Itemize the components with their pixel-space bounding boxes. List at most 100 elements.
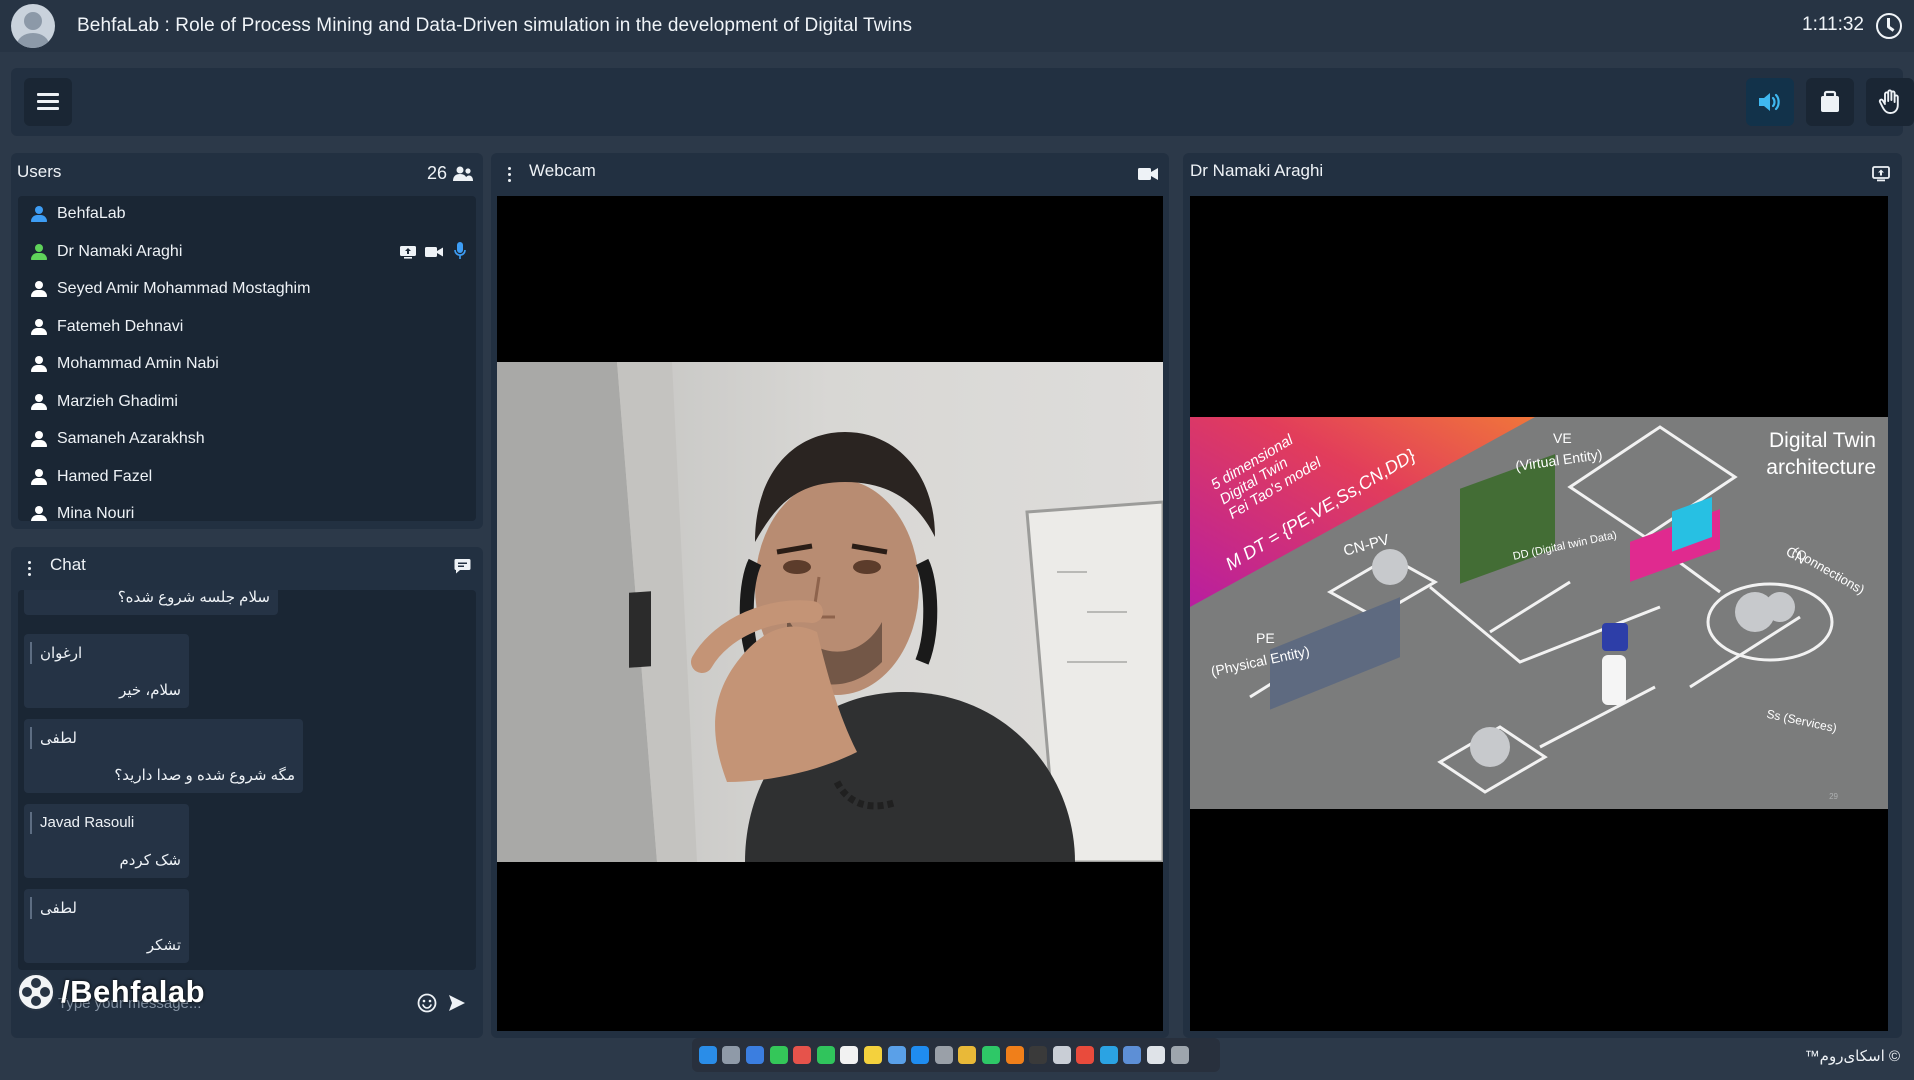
audio-button[interactable]	[1746, 78, 1794, 126]
users-title: Users	[17, 162, 62, 181]
users-count: 26	[426, 163, 447, 183]
user-icon	[30, 393, 48, 411]
macos-dock	[692, 1038, 1220, 1072]
user-name: Marzieh Ghadimi	[57, 392, 178, 410]
message-sender: ارغوان	[40, 645, 83, 662]
skyroom-brand: © اسکای‌روم™	[1804, 1048, 1900, 1065]
behfalab-logo-icon	[17, 973, 55, 1011]
chat-options-icon[interactable]	[28, 561, 32, 577]
message-text: سلام، خیر	[119, 682, 181, 699]
watermark: /Behfalab	[17, 973, 205, 1011]
message-text: شک کردم	[119, 852, 181, 869]
preview-icon[interactable]	[1052, 1046, 1071, 1064]
screen-share-icon[interactable]	[1872, 166, 1890, 182]
speaker-icon	[1759, 93, 1780, 111]
user-row[interactable]: Hamed Fazel	[18, 463, 476, 491]
user-row[interactable]: BehfaLab	[18, 200, 476, 228]
user-name: Hamed Fazel	[57, 467, 153, 485]
menu-button[interactable]	[24, 78, 72, 126]
chat-messages[interactable]: سلام جلسه شروع شده؟ ارغوان سلام، خیر لطف…	[18, 590, 476, 970]
webcam-feed	[497, 362, 1163, 862]
hamburger-menu-icon	[37, 93, 59, 111]
clock-icon	[1876, 13, 1902, 39]
user-row[interactable]: Fatemeh Dehnavi	[18, 313, 476, 341]
users-panel: Users 26 BehfaLab Dr Namaki Araghi Seyed…	[11, 153, 483, 529]
user-row[interactable]: Seyed Amir Mohammad Mostaghim	[18, 275, 476, 303]
user-icon	[30, 205, 48, 223]
figma-icon[interactable]	[1076, 1046, 1095, 1064]
safari-icon[interactable]	[745, 1046, 764, 1064]
webcam-options-icon[interactable]	[508, 167, 512, 183]
user-name: BehfaLab	[57, 205, 126, 222]
session-timer: 1:11:32	[1802, 14, 1864, 35]
maps-icon[interactable]	[887, 1046, 906, 1064]
clipboard-icon	[1821, 90, 1839, 112]
raise-hand-icon	[1878, 89, 1899, 114]
notes-icon[interactable]	[863, 1046, 882, 1064]
presentation-panel: Dr Namaki Araghi Digital Twin architectu…	[1183, 153, 1902, 1038]
message-sender: Javad Rasouli	[40, 814, 135, 831]
slide-page-number: 29	[1829, 792, 1838, 801]
skyroom-icon[interactable]	[1029, 1046, 1048, 1064]
microphone-icon	[454, 241, 466, 259]
webcam-panel: Webcam	[491, 153, 1169, 1038]
user-icon	[30, 468, 48, 486]
webcam-title: Webcam	[529, 161, 596, 180]
telegram-icon[interactable]	[1099, 1046, 1118, 1064]
message-sender: لطفی	[40, 730, 77, 747]
chat-message: ارغوان سلام، خیر	[24, 634, 189, 708]
message-sender: لطفی	[40, 900, 77, 917]
chat-message: Javad Rasouli شک کردم	[24, 804, 189, 878]
send-icon[interactable]	[448, 994, 466, 1012]
photos-icon[interactable]	[793, 1046, 812, 1064]
slide-heading: Digital Twin	[1769, 429, 1876, 452]
message-text: مگه شروع شده و صدا دارید؟	[114, 767, 295, 784]
watermark-text: /Behfalab	[61, 974, 206, 1009]
launchpad-icon[interactable]	[722, 1046, 741, 1064]
toolbar	[11, 68, 1914, 136]
user-row[interactable]: Dr Namaki Araghi	[18, 238, 476, 266]
user-icon	[30, 243, 48, 261]
settings-icon[interactable]	[934, 1046, 953, 1064]
screen-share-icon	[400, 245, 416, 259]
title-bar: BehfaLab : Role of Process Mining and Da…	[0, 0, 1914, 52]
messages-icon[interactable]	[769, 1046, 788, 1064]
user-row[interactable]: Mohammad Amin Nabi	[18, 350, 476, 378]
chat-bubble-icon	[454, 559, 471, 574]
chat-title: Chat	[50, 555, 86, 574]
user-row[interactable]: Samaneh Azarakhsh	[18, 425, 476, 453]
calendar-icon[interactable]	[840, 1046, 859, 1064]
presenter-title: Dr Namaki Araghi	[1190, 161, 1324, 180]
page-title: BehfaLab : Role of Process Mining and Da…	[77, 15, 913, 36]
user-row[interactable]: Mina Nouri	[18, 500, 476, 521]
share-button[interactable]	[1806, 78, 1854, 126]
avatar[interactable]	[11, 4, 55, 48]
user-name: Mina Nouri	[57, 505, 135, 521]
screen-recorder-icon[interactable]	[1123, 1046, 1142, 1064]
raise-hand-button[interactable]	[1866, 78, 1914, 126]
whatsapp-icon[interactable]	[981, 1046, 1000, 1064]
facetime-icon[interactable]	[816, 1046, 835, 1064]
user-name: Dr Namaki Araghi	[57, 242, 183, 260]
slide-heading-2: architecture	[1766, 456, 1876, 479]
users-list[interactable]: BehfaLab Dr Namaki Araghi Seyed Amir Moh…	[18, 196, 476, 521]
slide-pe-label: PE	[1256, 630, 1275, 646]
app-store-icon[interactable]	[911, 1046, 930, 1064]
finder-icon[interactable]	[698, 1046, 717, 1064]
webcam-video[interactable]	[497, 196, 1163, 1031]
user-icon	[30, 505, 48, 521]
user-name: Mohammad Amin Nabi	[57, 355, 219, 372]
trash-icon[interactable]	[1170, 1046, 1189, 1064]
chat-panel: Chat سلام جلسه شروع شده؟ ارغوان سلام، خی…	[11, 547, 483, 1038]
presentation-view[interactable]: Digital Twin architecture 5 dimensional …	[1190, 196, 1888, 1031]
user-icon	[30, 318, 48, 336]
camera-icon[interactable]	[1138, 167, 1158, 181]
user-row[interactable]: Marzieh Ghadimi	[18, 388, 476, 416]
user-name: Samaneh Azarakhsh	[57, 430, 205, 447]
slide: Digital Twin architecture 5 dimensional …	[1190, 417, 1888, 809]
camera-icon	[425, 246, 443, 257]
chrome-icon[interactable]	[958, 1046, 977, 1064]
vlc-icon[interactable]	[1005, 1046, 1024, 1064]
emoji-icon[interactable]	[417, 993, 437, 1013]
downloads-icon[interactable]	[1147, 1046, 1166, 1064]
